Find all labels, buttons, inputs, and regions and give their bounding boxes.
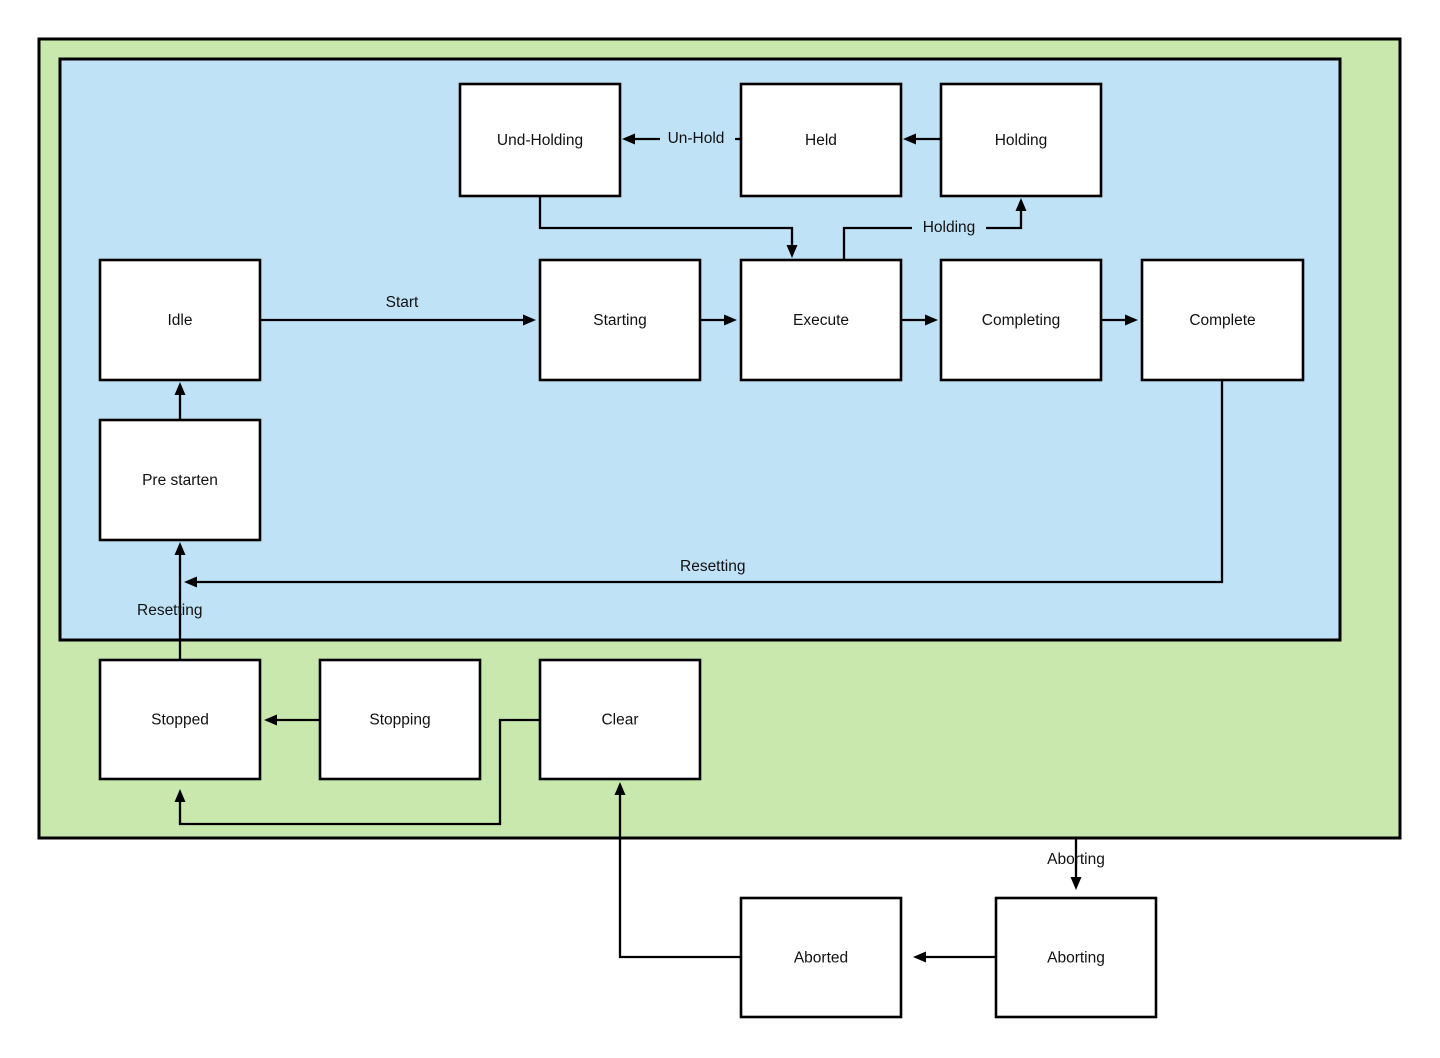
state-label: Clear: [601, 712, 638, 729]
transition-label: Resetting: [137, 602, 202, 619]
state-label: Holding: [995, 132, 1048, 149]
transition-t_abortline_aborting: Aborting: [1047, 838, 1105, 890]
state-label: Und-Holding: [497, 132, 583, 149]
state-node-held[interactable]: Held: [739, 82, 903, 198]
state-label: Stopping: [369, 712, 430, 729]
state-node-starting[interactable]: Starting: [538, 258, 702, 382]
arrow-head-icon: [913, 951, 926, 963]
state-label: Aborting: [1047, 950, 1105, 967]
state-label: Held: [805, 132, 837, 149]
state-machine-diagram: Un-Hold Start Holding Resetting Resetting Abo…: [37, 37, 1402, 1019]
state-node-und_holding[interactable]: Und-Holding: [458, 82, 622, 198]
state-node-idle[interactable]: Idle: [98, 258, 262, 382]
arrow-head-icon: [1070, 877, 1082, 890]
state-label: Completing: [982, 312, 1060, 329]
state-label: Idle: [168, 312, 193, 329]
state-label: Aborted: [794, 950, 848, 967]
transition-t_aborting_aborted: [913, 951, 996, 963]
transition-label: Un-Hold: [668, 130, 725, 147]
state-label: Stopped: [151, 712, 209, 729]
state-diagram-canvas: Un-Hold Start Holding Resetting Resetting Abo…: [0, 0, 1440, 1058]
state-node-execute[interactable]: Execute: [739, 258, 903, 382]
state-node-aborted[interactable]: Aborted: [739, 896, 903, 1019]
state-node-completing[interactable]: Completing: [939, 258, 1103, 382]
state-node-stopped[interactable]: Stopped: [98, 658, 262, 781]
transition-label: Aborting: [1047, 851, 1105, 868]
state-label: Complete: [1189, 312, 1255, 329]
state-label: Pre starten: [142, 472, 218, 489]
state-node-pre_starten[interactable]: Pre starten: [98, 418, 262, 542]
state-label: Starting: [593, 312, 646, 329]
state-node-complete[interactable]: Complete: [1140, 258, 1305, 382]
state-label: Execute: [793, 312, 849, 329]
state-node-aborting[interactable]: Aborting: [994, 896, 1158, 1019]
transition-label: Holding: [923, 219, 976, 236]
state-node-clear[interactable]: Clear: [538, 658, 702, 781]
state-node-stopping[interactable]: Stopping: [318, 658, 482, 781]
transition-label: Start: [386, 294, 419, 311]
transition-label: Resetting: [680, 558, 745, 575]
state-node-holding[interactable]: Holding: [939, 82, 1103, 198]
